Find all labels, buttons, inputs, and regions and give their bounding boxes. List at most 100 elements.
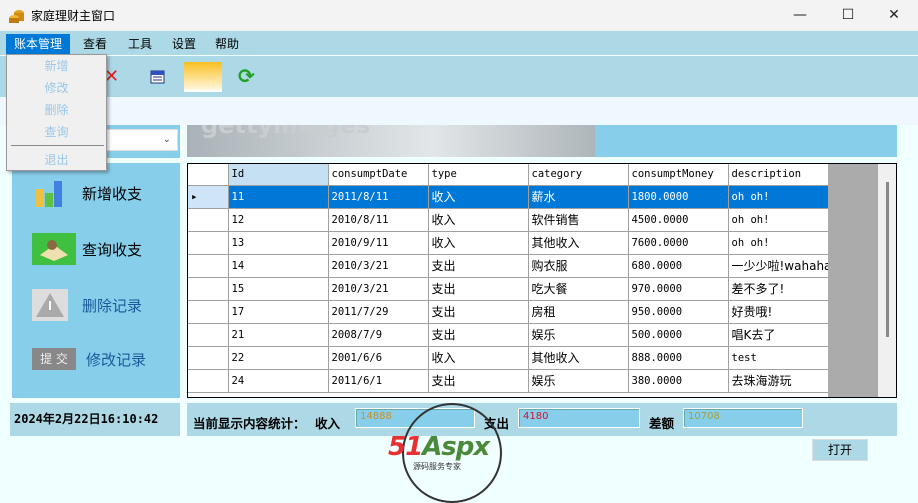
- nav-add[interactable]: 新增收支: [32, 173, 182, 213]
- cell-consumptDate[interactable]: 2010/8/11: [328, 208, 429, 232]
- cell-category[interactable]: 娱乐: [528, 369, 629, 393]
- col-category[interactable]: category: [528, 164, 629, 186]
- menu-item-add[interactable]: 新增: [7, 56, 106, 76]
- cell-category[interactable]: 吃大餐: [528, 277, 629, 301]
- row-header[interactable]: [188, 300, 229, 324]
- nav-delete[interactable]: 删除记录: [32, 285, 182, 325]
- refresh-icon[interactable]: ⟳: [238, 64, 255, 88]
- cell-Id[interactable]: 13: [228, 231, 329, 255]
- menu-item-exit[interactable]: 退出: [7, 150, 106, 170]
- row-header[interactable]: [188, 277, 229, 301]
- table-row[interactable]: 21 2008/7/9 支出 娱乐 500.0000 唱K去了: [188, 323, 833, 347]
- cell-consumptDate[interactable]: 2010/3/21: [328, 277, 429, 301]
- table-row[interactable]: 17 2011/7/29 支出 房租 950.0000 好贵哦!: [188, 300, 833, 324]
- row-header[interactable]: [188, 254, 229, 278]
- menu-item-query[interactable]: 查询: [7, 122, 106, 142]
- cell-type[interactable]: 收入: [428, 346, 529, 370]
- expense-field[interactable]: 4180: [518, 408, 640, 428]
- cell-Id[interactable]: 12: [228, 208, 329, 232]
- close-button[interactable]: ✕: [874, 4, 914, 26]
- cell-category[interactable]: 房租: [528, 300, 629, 324]
- table-row[interactable]: 12 2010/8/11 收入 软件销售 4500.0000 oh oh!: [188, 208, 833, 232]
- cell-consumptDate[interactable]: 2011/6/1: [328, 369, 429, 393]
- cell-consumptDate[interactable]: 2011/8/11: [328, 185, 429, 209]
- cell-consumptMoney[interactable]: 970.0000: [628, 277, 729, 301]
- cell-Id[interactable]: 21: [228, 323, 329, 347]
- table-row[interactable]: 24 2011/6/1 支出 娱乐 380.0000 去珠海游玩: [188, 369, 833, 393]
- maximize-button[interactable]: ☐: [828, 4, 868, 26]
- row-header[interactable]: [188, 323, 229, 347]
- row-header[interactable]: [188, 369, 229, 393]
- cell-description[interactable]: 好贵哦!: [728, 300, 833, 324]
- cell-type[interactable]: 支出: [428, 254, 529, 278]
- cell-Id[interactable]: 17: [228, 300, 329, 324]
- cell-Id[interactable]: 22: [228, 346, 329, 370]
- menu-account[interactable]: 账本管理: [6, 34, 71, 54]
- nav-query[interactable]: 查询收支: [32, 229, 182, 269]
- col-id[interactable]: Id: [228, 164, 329, 186]
- cell-description[interactable]: 一少少啦!wahaha: [728, 254, 833, 278]
- cell-category[interactable]: 娱乐: [528, 323, 629, 347]
- cell-consumptDate[interactable]: 2001/6/6: [328, 346, 429, 370]
- cell-category[interactable]: 软件销售: [528, 208, 629, 232]
- cell-consumptDate[interactable]: 2010/3/21: [328, 254, 429, 278]
- row-header[interactable]: [188, 346, 229, 370]
- cell-consumptMoney[interactable]: 380.0000: [628, 369, 729, 393]
- cell-consumptDate[interactable]: 2010/9/11: [328, 231, 429, 255]
- menu-tools[interactable]: 工具: [120, 34, 160, 54]
- nav-edit[interactable]: 提 交 修改记录: [32, 339, 182, 379]
- row-header[interactable]: [188, 231, 229, 255]
- cell-consumptMoney[interactable]: 1800.0000: [628, 185, 729, 209]
- calculator-icon[interactable]: [150, 69, 166, 85]
- cell-description[interactable]: 去珠海游玩: [728, 369, 833, 393]
- table-row[interactable]: 14 2010/3/21 支出 购衣服 680.0000 一少少啦!wahaha: [188, 254, 833, 278]
- cell-category[interactable]: 其他收入: [528, 231, 629, 255]
- cell-description[interactable]: test: [728, 346, 833, 370]
- row-header[interactable]: ▸: [188, 185, 229, 209]
- cell-consumptMoney[interactable]: 4500.0000: [628, 208, 729, 232]
- cell-consumptMoney[interactable]: 500.0000: [628, 323, 729, 347]
- cell-category[interactable]: 购衣服: [528, 254, 629, 278]
- cell-type[interactable]: 收入: [428, 231, 529, 255]
- col-date[interactable]: consumptDate: [328, 164, 429, 186]
- cell-category[interactable]: 薪水: [528, 185, 629, 209]
- cell-Id[interactable]: 15: [228, 277, 329, 301]
- table-row[interactable]: ▸ 11 2011/8/11 收入 薪水 1800.0000 oh oh!: [188, 185, 833, 209]
- cell-type[interactable]: 收入: [428, 185, 529, 209]
- vertical-scrollbar[interactable]: [878, 164, 896, 397]
- menu-view[interactable]: 查看: [75, 34, 115, 54]
- cell-description[interactable]: 唱K去了: [728, 323, 833, 347]
- minimize-button[interactable]: —: [780, 4, 820, 26]
- cell-type[interactable]: 收入: [428, 208, 529, 232]
- menu-help[interactable]: 帮助: [207, 34, 247, 54]
- cell-Id[interactable]: 14: [228, 254, 329, 278]
- col-description[interactable]: description: [728, 164, 833, 186]
- highlight-icon[interactable]: [184, 62, 222, 92]
- cell-type[interactable]: 支出: [428, 323, 529, 347]
- cell-description[interactable]: oh oh!: [728, 208, 833, 232]
- cell-category[interactable]: 其他收入: [528, 346, 629, 370]
- menu-settings[interactable]: 设置: [164, 34, 204, 54]
- cell-description[interactable]: 差不多了!: [728, 277, 833, 301]
- cell-type[interactable]: 支出: [428, 277, 529, 301]
- cell-Id[interactable]: 24: [228, 369, 329, 393]
- table-row[interactable]: 13 2010/9/11 收入 其他收入 7600.0000 oh oh!: [188, 231, 833, 255]
- cell-description[interactable]: oh oh!: [728, 231, 833, 255]
- diff-field[interactable]: 10708: [683, 408, 803, 428]
- menu-item-delete[interactable]: 删除: [7, 100, 106, 120]
- cell-consumptMoney[interactable]: 680.0000: [628, 254, 729, 278]
- row-header[interactable]: [188, 208, 229, 232]
- cell-consumptDate[interactable]: 2011/7/29: [328, 300, 429, 324]
- cell-type[interactable]: 支出: [428, 369, 529, 393]
- col-type[interactable]: type: [428, 164, 529, 186]
- cell-consumptDate[interactable]: 2008/7/9: [328, 323, 429, 347]
- cell-Id[interactable]: 11: [228, 185, 329, 209]
- menu-item-edit[interactable]: 修改: [7, 78, 106, 98]
- cell-type[interactable]: 支出: [428, 300, 529, 324]
- table-row[interactable]: 15 2010/3/21 支出 吃大餐 970.0000 差不多了!: [188, 277, 833, 301]
- cell-consumptMoney[interactable]: 950.0000: [628, 300, 729, 324]
- col-money[interactable]: consumptMoney: [628, 164, 729, 186]
- table-row[interactable]: 22 2001/6/6 收入 其他收入 888.0000 test: [188, 346, 833, 370]
- scroll-thumb[interactable]: [886, 182, 889, 337]
- cell-consumptMoney[interactable]: 888.0000: [628, 346, 729, 370]
